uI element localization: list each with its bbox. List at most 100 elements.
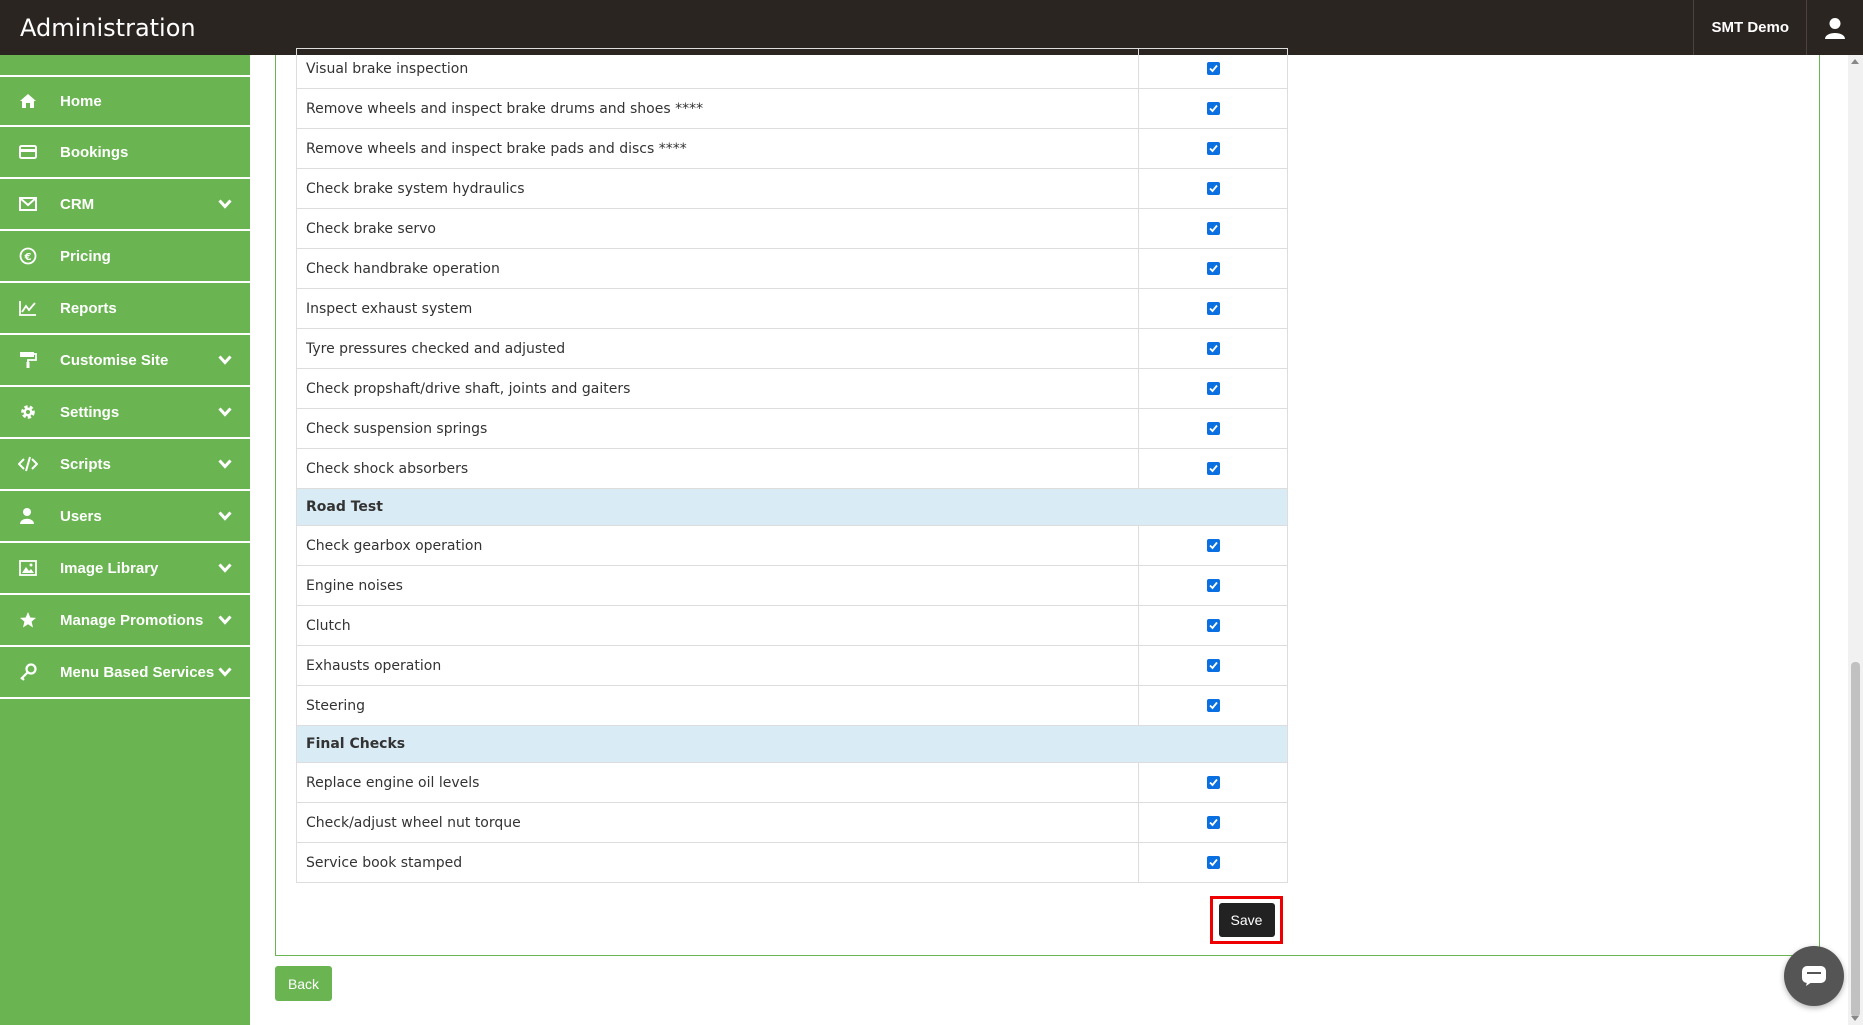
sidebar-item-label: Bookings	[60, 143, 129, 161]
service-checklist-table: Visual brake inspection Remove wheels and…	[295, 48, 1288, 883]
check-item-label: Clutch	[295, 605, 1140, 646]
chevron-down-icon[interactable]	[218, 352, 232, 369]
user-menu-button[interactable]	[1807, 0, 1863, 55]
checkbox-checked[interactable]	[1206, 619, 1220, 632]
sidebar-item-bookings[interactable]: Bookings	[0, 127, 250, 179]
check-item-label: Check handbrake operation	[295, 248, 1140, 289]
scroll-up-arrow[interactable]	[1851, 59, 1859, 64]
top-bar: Administration SMT Demo	[0, 0, 1863, 55]
sidebar-item-image-library[interactable]: Image Library	[0, 543, 250, 595]
check-item-cell	[1138, 88, 1288, 129]
section-title: Final Checks	[296, 725, 1288, 763]
euro-icon: €	[18, 247, 38, 265]
chevron-down-icon[interactable]	[218, 404, 232, 421]
checkbox-checked[interactable]	[1206, 699, 1220, 712]
table-row: Check handbrake operation	[295, 248, 1288, 289]
star-icon	[18, 611, 38, 629]
chat-icon	[1802, 966, 1826, 986]
sidebar-item-pricing[interactable]: € Pricing	[0, 231, 250, 283]
sidebar-item-label: Settings	[60, 403, 120, 421]
home-icon	[18, 93, 38, 109]
section-header-row: Road Test	[296, 488, 1288, 526]
check-item-cell	[1138, 128, 1288, 169]
table-row: Tyre pressures checked and adjusted	[295, 328, 1288, 369]
checkbox-checked[interactable]	[1206, 659, 1220, 672]
checkbox-checked[interactable]	[1206, 102, 1220, 115]
chevron-down-icon[interactable]	[218, 508, 232, 525]
chevron-down-icon[interactable]	[218, 612, 232, 629]
table-row: Check propshaft/drive shaft, joints and …	[295, 368, 1288, 409]
checkbox-checked[interactable]	[1206, 222, 1220, 235]
sidebar-item-label: Scripts	[60, 455, 111, 473]
check-item-cell	[1138, 368, 1288, 409]
sidebar-item-menu-based-services[interactable]: Menu Based Services	[0, 647, 250, 699]
app-title: Administration	[20, 13, 196, 42]
user-name-link[interactable]: SMT Demo	[1693, 0, 1807, 55]
check-item-cell	[1138, 288, 1288, 329]
check-item-label: Check suspension springs	[295, 408, 1140, 449]
check-item-cell	[1138, 168, 1288, 209]
chevron-down-icon[interactable]	[218, 456, 232, 473]
check-item-label: Check gearbox operation	[295, 525, 1140, 566]
check-item-cell	[1138, 802, 1288, 843]
table-row: Exhausts operation	[295, 645, 1288, 686]
sidebar-item-users[interactable]: Users	[0, 491, 250, 543]
checkbox-checked[interactable]	[1206, 422, 1220, 435]
image-icon	[18, 560, 38, 576]
checkbox-checked[interactable]	[1206, 142, 1220, 155]
checkbox-checked[interactable]	[1206, 382, 1220, 395]
table-row: Check shock absorbers	[295, 448, 1288, 489]
chevron-down-icon[interactable]	[218, 560, 232, 577]
check-item-cell	[1138, 525, 1288, 566]
checkbox-checked[interactable]	[1206, 262, 1220, 275]
check-item-cell	[1138, 48, 1288, 89]
chevron-down-icon[interactable]	[218, 196, 232, 213]
scrollbar-thumb[interactable]	[1851, 662, 1860, 1017]
checkbox-checked[interactable]	[1206, 776, 1220, 789]
table-row: Visual brake inspection	[295, 48, 1288, 89]
check-item-cell	[1138, 248, 1288, 289]
table-row: Remove wheels and inspect brake pads and…	[295, 128, 1288, 169]
line-chart-icon	[18, 300, 38, 316]
check-item-label: Inspect exhaust system	[295, 288, 1140, 329]
check-item-cell	[1138, 685, 1288, 726]
sidebar-item-scripts[interactable]: Scripts	[0, 439, 250, 491]
sidebar-item-settings[interactable]: Settings	[0, 387, 250, 439]
sidebar-item-label: Users	[60, 507, 102, 525]
check-item-label: Service book stamped	[295, 842, 1140, 883]
checkbox-checked[interactable]	[1206, 462, 1220, 475]
user-icon	[18, 507, 38, 525]
chat-widget-button[interactable]	[1784, 946, 1844, 1006]
checkbox-checked[interactable]	[1206, 182, 1220, 195]
page-scrollbar[interactable]	[1848, 55, 1863, 1025]
credit-card-icon	[18, 145, 38, 159]
checkbox-checked[interactable]	[1206, 302, 1220, 315]
check-item-label: Steering	[295, 685, 1140, 726]
check-item-cell	[1138, 842, 1288, 883]
sidebar-item-home[interactable]: Home	[0, 75, 250, 127]
check-item-label: Check shock absorbers	[295, 448, 1140, 489]
sidebar-item-reports[interactable]: Reports	[0, 283, 250, 335]
checkbox-checked[interactable]	[1206, 856, 1220, 869]
check-item-label: Replace engine oil levels	[295, 762, 1140, 803]
table-row: Steering	[295, 685, 1288, 726]
table-row: Remove wheels and inspect brake drums an…	[295, 88, 1288, 129]
check-item-cell	[1138, 645, 1288, 686]
checkbox-checked[interactable]	[1206, 816, 1220, 829]
save-button[interactable]: Save	[1218, 903, 1275, 937]
table-row: Check brake system hydraulics	[295, 168, 1288, 209]
checkbox-checked[interactable]	[1206, 342, 1220, 355]
back-button[interactable]: Back	[275, 966, 332, 1001]
checkbox-checked[interactable]	[1206, 579, 1220, 592]
table-row: Inspect exhaust system	[295, 288, 1288, 329]
chevron-down-icon[interactable]	[218, 664, 232, 681]
check-item-label: Check brake servo	[295, 208, 1140, 249]
envelope-icon	[18, 197, 38, 211]
scroll-down-arrow[interactable]	[1851, 1016, 1859, 1021]
checkbox-checked[interactable]	[1206, 62, 1220, 75]
sidebar-item-manage-promotions[interactable]: Manage Promotions	[0, 595, 250, 647]
table-row: Check suspension springs	[295, 408, 1288, 449]
sidebar-item-crm[interactable]: CRM	[0, 179, 250, 231]
checkbox-checked[interactable]	[1206, 539, 1220, 552]
sidebar-item-customise-site[interactable]: Customise Site	[0, 335, 250, 387]
